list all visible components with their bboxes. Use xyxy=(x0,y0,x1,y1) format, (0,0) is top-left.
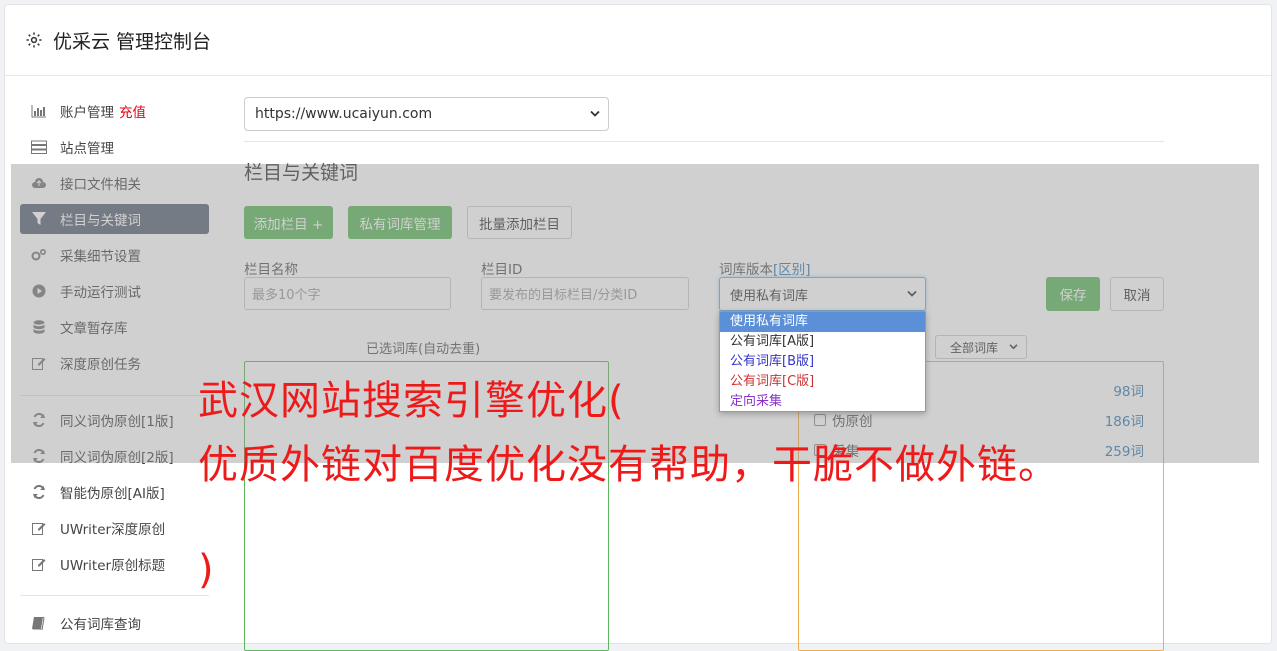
dropdown-option[interactable]: 公有词库[C版] xyxy=(720,372,925,392)
page-title: 优采云 管理控制台 xyxy=(53,30,212,53)
header: 优采云 管理控制台 xyxy=(5,5,1271,76)
sidebar-item-label: 账户管理 xyxy=(60,105,114,121)
chevron-down-icon xyxy=(590,110,600,118)
server-icon xyxy=(31,139,47,155)
refresh-icon xyxy=(31,484,47,500)
sidebar-item-label: UWriter深度原创 xyxy=(60,522,166,538)
sidebar-item-label: 站点管理 xyxy=(60,141,114,157)
sidebar-item-sites[interactable]: 站点管理 xyxy=(20,132,209,162)
overlay-text-line3: ) xyxy=(198,547,215,593)
sidebar-divider xyxy=(20,595,209,596)
gear-icon xyxy=(25,31,43,49)
edit-icon xyxy=(31,556,47,572)
sidebar-item-ai-rewrite[interactable]: 智能伪原创[AI版] xyxy=(20,477,209,507)
site-select[interactable]: https://www.ucaiyun.com xyxy=(244,97,609,131)
sidebar-item-public-lib[interactable]: 公有词库查询 xyxy=(20,608,209,638)
bar-chart-icon xyxy=(31,103,47,119)
book-icon xyxy=(31,615,47,631)
overlay-text-line1: 武汉网站搜索引擎优化( xyxy=(198,378,625,424)
sidebar-item-label: 智能伪原创[AI版] xyxy=(60,486,165,502)
sidebar-item-account[interactable]: 账户管理 充值 xyxy=(20,96,209,126)
divider xyxy=(244,141,1164,142)
sidebar-item-label: UWriter原创标题 xyxy=(60,558,166,574)
sidebar-item-uwriter-deep[interactable]: UWriter深度原创 xyxy=(20,513,209,543)
sidebar-item-label: 公有词库查询 xyxy=(60,617,141,633)
dropdown-option[interactable]: 公有词库[B版] xyxy=(720,352,925,372)
recharge-link[interactable]: 充值 xyxy=(119,101,146,121)
sidebar-item-uwriter-title[interactable]: UWriter原创标题 xyxy=(20,549,209,579)
dropdown-option[interactable]: 公有词库[A版] xyxy=(720,332,925,352)
lib-version-dropdown: 使用私有词库 公有词库[A版] 公有词库[B版] 公有词库[C版] 定向采集 xyxy=(719,311,926,412)
edit-icon xyxy=(31,520,47,536)
dropdown-option[interactable]: 使用私有词库 xyxy=(720,312,925,332)
overlay-text-line2: 优质外链对百度优化没有帮助，干脆不做外链。 xyxy=(198,442,1059,488)
dropdown-option[interactable]: 定向采集 xyxy=(720,392,925,412)
